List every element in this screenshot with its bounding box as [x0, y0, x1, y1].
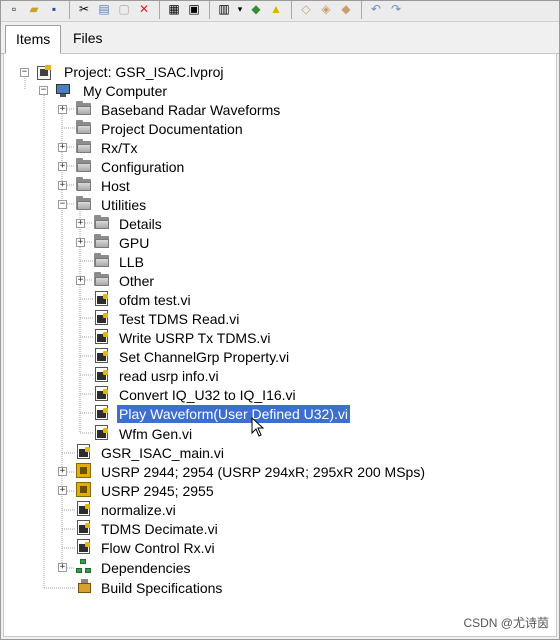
tree-item-read-usrp-info[interactable]: read usrp info.vi: [117, 367, 221, 385]
folder-icon: [94, 253, 110, 268]
deploy-icon[interactable]: ▣: [185, 1, 203, 17]
undo-icon[interactable]: ↶: [367, 1, 385, 17]
folder-icon: [76, 101, 92, 116]
expand-toggle[interactable]: +: [58, 143, 67, 152]
tree-item-write-usrp-tx-tdms[interactable]: Write USRP Tx TDMS.vi: [117, 329, 272, 347]
build-specifications-icon: [76, 579, 92, 594]
project-tree-panel: − Project: GSR_ISAC.lvproj − My Computer…: [3, 53, 557, 637]
vi-icon: [94, 367, 110, 382]
expand-toggle[interactable]: +: [58, 563, 67, 572]
tree-item-llb[interactable]: LLB: [117, 253, 146, 271]
pkg1-icon[interactable]: ◇: [297, 1, 315, 17]
copy-icon[interactable]: ▤: [95, 1, 113, 17]
tree-item-project[interactable]: Project: GSR_ISAC.lvproj: [62, 63, 226, 81]
vi-icon: [94, 348, 110, 363]
tree-item-gsr-isac-main[interactable]: GSR_ISAC_main.vi: [99, 444, 226, 462]
vi-icon: [94, 386, 110, 401]
project-tree: − Project: GSR_ISAC.lvproj − My Computer…: [4, 54, 556, 636]
tree-item-build-specifications[interactable]: Build Specifications: [99, 579, 224, 597]
delete-icon[interactable]: ✕: [135, 1, 153, 17]
collapse-toggle[interactable]: −: [39, 86, 48, 95]
expand-toggle[interactable]: +: [58, 181, 67, 190]
expand-toggle[interactable]: +: [58, 467, 67, 476]
vi-icon: [76, 539, 92, 554]
folder-icon: [94, 234, 110, 249]
warning-icon[interactable]: ▲: [267, 1, 285, 17]
paste-icon[interactable]: ▢: [115, 1, 133, 17]
project-explorer-window: ▫ ▰ ▪ ✂ ▤ ▢ ✕ ▦ ▣ ▥ ▾ ◆ ▲ ◇ ◈ ◆ ↶ ↷ Item…: [0, 0, 560, 640]
pkg3-icon[interactable]: ◆: [337, 1, 355, 17]
vi-icon: [76, 520, 92, 535]
tree-item-host[interactable]: Host: [99, 177, 132, 195]
vi-icon: [94, 310, 110, 325]
vi-icon: [76, 444, 92, 459]
vi-icon: [76, 501, 92, 516]
computer-icon: [56, 83, 72, 98]
open-icon[interactable]: ▰: [25, 1, 43, 17]
expand-toggle[interactable]: +: [58, 486, 67, 495]
tree-item-dependencies[interactable]: Dependencies: [99, 559, 193, 577]
expand-toggle[interactable]: +: [58, 105, 67, 114]
tree-item-utilities[interactable]: Utilities: [99, 196, 148, 214]
folder-icon: [94, 272, 110, 287]
project-icon: [37, 65, 53, 80]
expand-toggle[interactable]: +: [76, 276, 85, 285]
folder-icon: [76, 177, 92, 192]
tree-item-other[interactable]: Other: [117, 272, 156, 290]
tree-item-details[interactable]: Details: [117, 215, 164, 233]
folder-icon: [76, 120, 92, 135]
tree-item-project-documentation[interactable]: Project Documentation: [99, 120, 245, 138]
watermark: CSDN @尤诗茵: [463, 616, 549, 630]
folder-icon: [76, 139, 92, 154]
usrp-target-icon: [76, 463, 92, 478]
redo-icon[interactable]: ↷: [387, 1, 405, 17]
folder-icon: [94, 215, 110, 230]
expand-toggle[interactable]: +: [76, 238, 85, 247]
dependencies-icon: [76, 559, 92, 574]
expand-toggle[interactable]: +: [58, 162, 67, 171]
collapse-toggle[interactable]: −: [58, 200, 67, 209]
collapse-toggle[interactable]: −: [20, 68, 29, 77]
tree-item-play-waveform[interactable]: Play Waveform(User Defined U32).vi: [117, 405, 350, 423]
toolbar: ▫ ▰ ▪ ✂ ▤ ▢ ✕ ▦ ▣ ▥ ▾ ◆ ▲ ◇ ◈ ◆ ↶ ↷: [1, 1, 559, 22]
tree-item-set-channelgrp-property[interactable]: Set ChannelGrp Property.vi: [117, 348, 291, 366]
build-icon[interactable]: ▦: [165, 1, 183, 17]
folder-icon: [76, 158, 92, 173]
cut-icon[interactable]: ✂: [75, 1, 93, 17]
tab-files[interactable]: Files: [63, 25, 113, 53]
tree-item-normalize[interactable]: normalize.vi: [99, 501, 178, 519]
tab-items[interactable]: Items: [5, 25, 62, 54]
mouse-cursor-icon: [251, 417, 265, 437]
tree-item-usrp-2945[interactable]: USRP 2945; 2955: [99, 482, 216, 500]
pkg2-icon[interactable]: ◈: [317, 1, 335, 17]
folder-open-icon: [76, 196, 92, 211]
expand-toggle[interactable]: +: [76, 219, 85, 228]
tab-bar: Items Files: [1, 21, 559, 54]
tree-item-usrp-2944[interactable]: USRP 2944; 2954 (USRP 294xR; 295xR 200 M…: [99, 463, 427, 481]
tree-item-configuration[interactable]: Configuration: [99, 158, 186, 176]
tree-item-baseband-radar-waveforms[interactable]: Baseband Radar Waveforms: [99, 101, 282, 119]
tree-item-convert-iq[interactable]: Convert IQ_U32 to IQ_I16.vi: [117, 386, 298, 404]
tree-item-gpu[interactable]: GPU: [117, 234, 151, 252]
tree-item-tdms-decimate[interactable]: TDMS Decimate.vi: [99, 520, 220, 538]
tree-item-flow-control-rx[interactable]: Flow Control Rx.vi: [99, 539, 217, 557]
tree-item-test-tdms-read[interactable]: Test TDMS Read.vi: [117, 310, 241, 328]
vi-icon: [94, 405, 110, 420]
tree-item-ofdm-test[interactable]: ofdm test.vi: [117, 291, 193, 309]
usrp-target-icon: [76, 482, 92, 497]
vi-icon: [94, 425, 110, 440]
vi-icon: [94, 329, 110, 344]
tree-item-my-computer[interactable]: My Computer: [81, 82, 169, 100]
tree-item-wfm-gen[interactable]: Wfm Gen.vi: [117, 425, 194, 443]
filter-icon[interactable]: ◆: [247, 1, 265, 17]
new-icon[interactable]: ▫: [5, 1, 23, 17]
tree-item-rx-tx[interactable]: Rx/Tx: [99, 139, 140, 157]
save-icon[interactable]: ▪: [45, 1, 63, 17]
vi-icon: [94, 291, 110, 306]
